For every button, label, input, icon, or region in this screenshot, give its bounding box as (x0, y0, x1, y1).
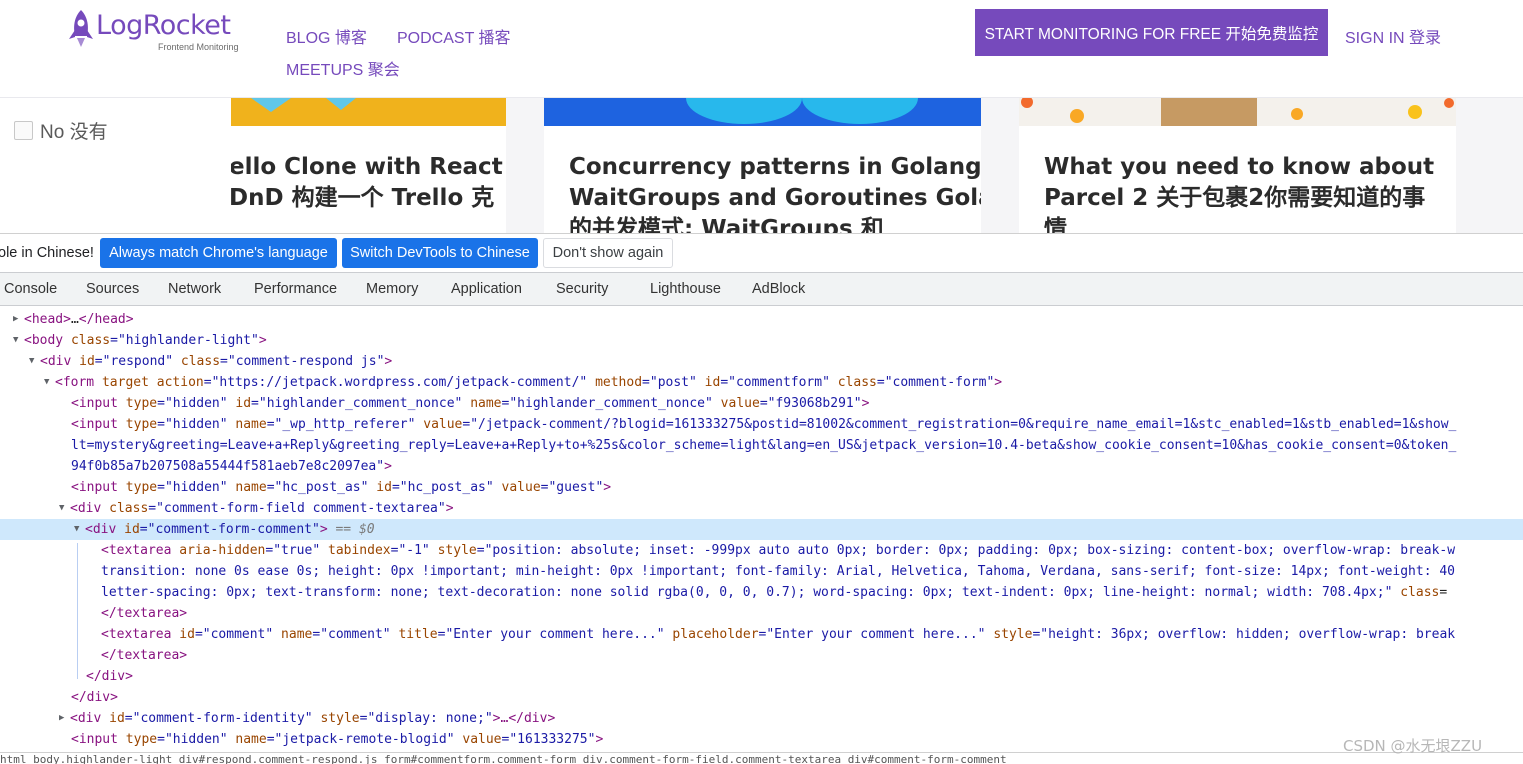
collapse-arrow-icon[interactable]: ▼ (13, 330, 23, 351)
no-checkbox[interactable] (14, 121, 33, 140)
expand-arrow-icon[interactable]: ▶ (13, 309, 23, 330)
csdn-watermark: CSDN @水无垠ZZU (1343, 737, 1483, 755)
tree-node-input-blogid[interactable]: <input type="hidden" name="jetpack-remot… (0, 729, 1523, 750)
tree-node-form[interactable]: ▼ <form target action="https://jetpack.w… (0, 372, 1523, 393)
tab-network[interactable]: Network (168, 281, 221, 297)
collapse-arrow-icon[interactable]: ▼ (74, 519, 84, 540)
article-title: Concurrency patterns in Golang: WaitGrou… (569, 154, 981, 233)
tree-node-input-referer[interactable]: <input type="hidden" name="_wp_http_refe… (0, 414, 1523, 435)
logo-tagline: Frontend Monitoring (158, 42, 239, 52)
article-thumbnail (544, 98, 981, 126)
elements-tree: ▶ <head>…</head> ▼ <body class="highland… (0, 306, 1523, 752)
tree-node-head[interactable]: ▶ <head>…</head> (0, 309, 1523, 330)
start-monitoring-button[interactable]: START MONITORING FOR FREE 开始免费监控 (975, 9, 1328, 56)
tree-node-continuation: lt=mystery&greeting=Leave+a+Reply&greeti… (71, 438, 1457, 453)
logo-wordmark: LogRocket (96, 10, 231, 41)
tab-performance[interactable]: Performance (254, 281, 337, 297)
article-thumbnail (1019, 98, 1456, 126)
article-title: What you need to know about Parcel 2 关于包… (1044, 154, 1435, 233)
filter-sidebar: No 没有 (0, 98, 231, 233)
article-cards-area: No 没有 ello Clone with React DnD 构建一个 Tre… (0, 98, 1523, 233)
article-card-parcel[interactable]: What you need to know about Parcel 2 关于包… (1019, 98, 1456, 233)
tab-adblock[interactable]: AdBlock (752, 281, 805, 297)
tree-node-close-textarea[interactable]: </textarea> (0, 645, 1523, 666)
collapse-arrow-icon[interactable]: ▼ (29, 351, 39, 372)
sign-in-link[interactable]: SIGN IN 登录 (1345, 24, 1441, 48)
tree-node-body[interactable]: ▼ <body class="highlander-light"> (0, 330, 1523, 351)
tree-node-close-div[interactable]: </div> (0, 666, 1523, 687)
breadcrumb-bar: html body.highlander-light div#respond.c… (0, 752, 1523, 764)
tree-node-div-identity[interactable]: ▶ <div id="comment-form-identity" style=… (0, 708, 1523, 729)
article-card-golang[interactable]: Concurrency patterns in Golang: WaitGrou… (544, 98, 981, 233)
nav-podcast-link[interactable]: PODCAST 播客 (397, 24, 511, 48)
language-infobar: ole in Chinese! Always match Chrome's la… (0, 234, 1523, 272)
article-thumbnail (231, 98, 506, 126)
tree-node-close-div[interactable]: </div> (0, 687, 1523, 708)
tree-node-continuation: transition: none 0s ease 0s; height: 0px… (101, 564, 1456, 579)
tree-node-continuation: letter-spacing: 0px; text-transform: non… (101, 585, 1448, 600)
nav-meetups-link[interactable]: MEETUPS 聚会 (286, 56, 400, 80)
site-header: LogRocket Frontend Monitoring BLOG 博客 PO… (0, 0, 1523, 98)
tree-node-close-textarea[interactable]: </textarea> (0, 603, 1523, 624)
devtools-tab-bar: Console Sources Network Performance Memo… (0, 272, 1523, 306)
tree-node-textarea-comment[interactable]: <textarea id="comment" name="comment" ti… (0, 624, 1523, 645)
tree-node-input-post-as[interactable]: <input type="hidden" name="hc_post_as" i… (0, 477, 1523, 498)
nav-blog-link[interactable]: BLOG 博客 (286, 24, 367, 48)
infobar-message: ole in Chinese! (0, 245, 94, 261)
tree-node-textarea-hidden[interactable]: <textarea aria-hidden="true" tabindex="-… (0, 540, 1523, 561)
rocket-icon (69, 10, 93, 47)
article-title: ello Clone with React DnD 构建一个 Trello 克 (231, 154, 503, 211)
tab-console[interactable]: Console (4, 281, 57, 297)
tree-node-selected[interactable]: ▼ <div id="comment-form-comment"> == $0 (0, 519, 1523, 540)
article-card-trello[interactable]: ello Clone with React DnD 构建一个 Trello 克 (231, 98, 506, 233)
logrocket-logo[interactable]: LogRocket Frontend Monitoring (66, 8, 256, 54)
tab-security[interactable]: Security (556, 281, 608, 297)
collapse-arrow-icon[interactable]: ▼ (44, 372, 54, 393)
tab-lighthouse[interactable]: Lighthouse (650, 281, 721, 297)
tree-node-div-field[interactable]: ▼ <div class="comment-form-field comment… (0, 498, 1523, 519)
tree-node-div-respond[interactable]: ▼ <div id="respond" class="comment-respo… (0, 351, 1523, 372)
tab-memory[interactable]: Memory (366, 281, 418, 297)
tree-node-input-nonce[interactable]: <input type="hidden" id="highlander_comm… (0, 393, 1523, 414)
tree-node-continuation: 94f0b85a7b207508a55444f581aeb7e8c2097ea"… (71, 459, 392, 474)
no-checkbox-label: No 没有 (40, 122, 108, 143)
collapse-arrow-icon[interactable]: ▼ (59, 498, 69, 519)
expand-arrow-icon[interactable]: ▶ (59, 708, 69, 729)
devtools-panel: ole in Chinese! Always match Chrome's la… (0, 233, 1523, 764)
always-match-language-button[interactable]: Always match Chrome's language (100, 238, 337, 268)
tab-application[interactable]: Application (451, 281, 522, 297)
dont-show-again-button[interactable]: Don't show again (543, 238, 673, 268)
tab-sources[interactable]: Sources (86, 281, 139, 297)
switch-to-chinese-button[interactable]: Switch DevTools to Chinese (342, 238, 538, 268)
